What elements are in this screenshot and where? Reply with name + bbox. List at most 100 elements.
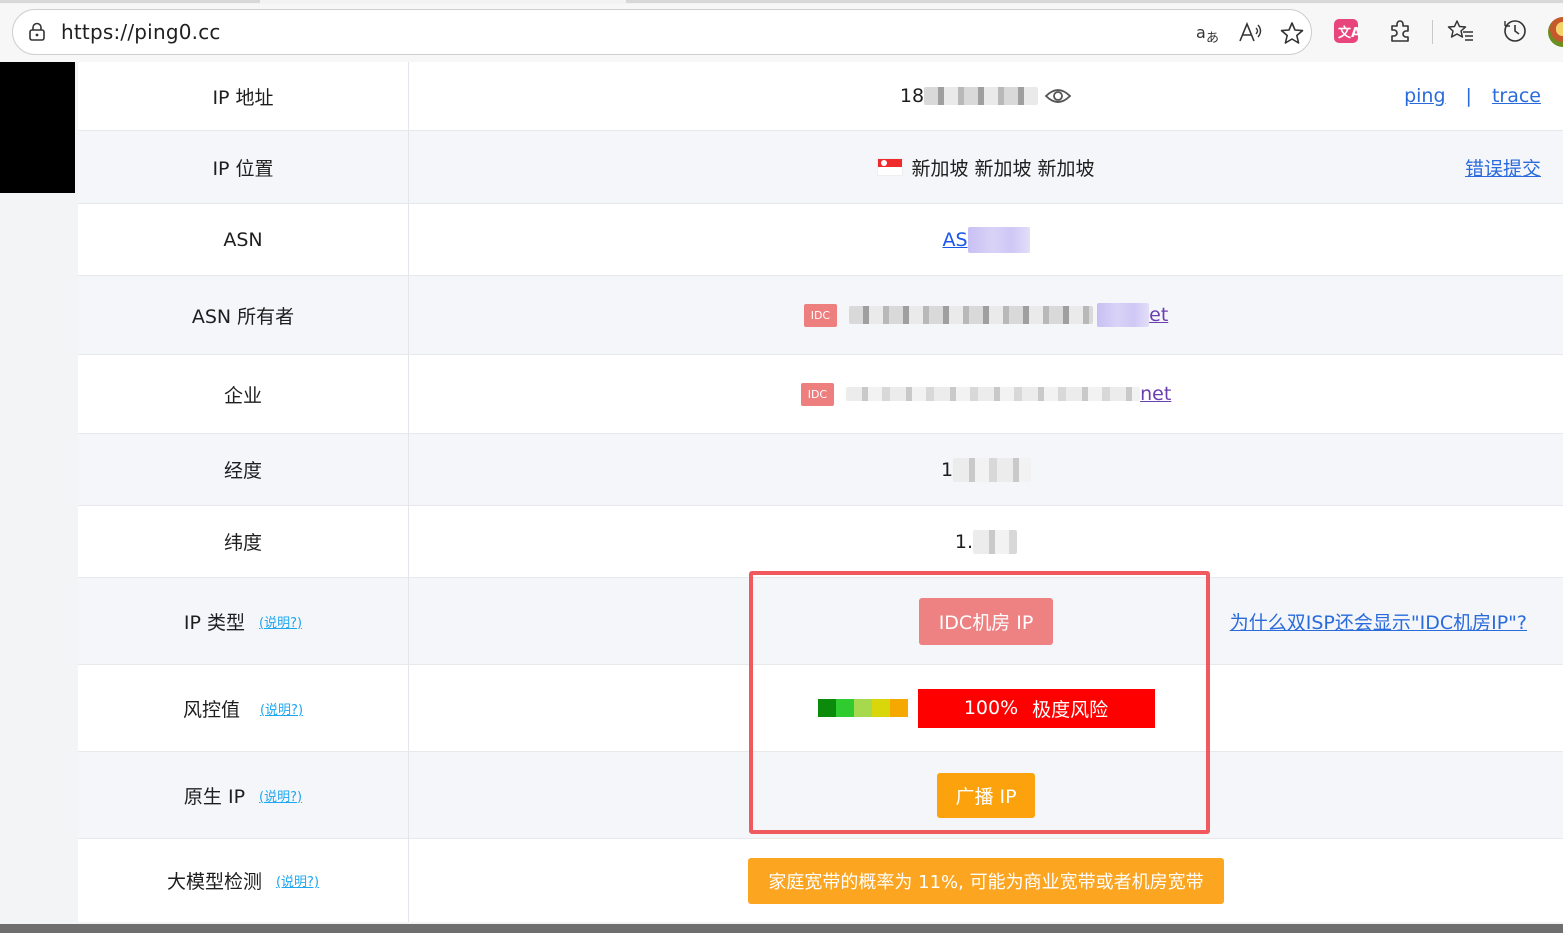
- ip-location-text: 新加坡 新加坡 新加坡: [911, 157, 1095, 180]
- label-llm-detect: 大模型检测: [166, 871, 262, 893]
- value-latitude: 1.: [409, 506, 1563, 577]
- llm-detect-help-link[interactable]: (说明?): [276, 871, 319, 890]
- longitude-prefix: 1: [940, 458, 954, 481]
- ip-address-redacted: [924, 87, 1039, 105]
- value-asn-owner: IDC et: [409, 276, 1563, 354]
- ip-info-table: IP 地址 18 ping | trace IP 位置 新加坡 新加坡 新加坡 …: [78, 62, 1563, 922]
- label-risk: 风控值: [182, 698, 240, 721]
- row-risk: 风控值 (说明?) 100% 极度风险: [78, 665, 1563, 752]
- label-ip-address: IP 地址: [78, 62, 409, 130]
- value-company: IDC net: [409, 355, 1563, 433]
- native-ip-value: 广播 IP: [409, 752, 1563, 838]
- svg-text:あ: あ: [1206, 31, 1219, 46]
- company-link[interactable]: net: [1140, 383, 1171, 405]
- history-icon[interactable]: [1501, 17, 1529, 45]
- label-ip-location: IP 位置: [78, 131, 409, 203]
- translate-icon[interactable]: a あ: [1195, 20, 1221, 46]
- native-ip-help-link[interactable]: (说明?): [259, 786, 302, 805]
- row-asn-owner: ASN 所有者 IDC et: [78, 276, 1563, 355]
- asn-owner-redacted: [849, 306, 1094, 324]
- label-risk-wrap: 风控值 (说明?): [78, 665, 409, 751]
- tab-edge-left: [0, 0, 260, 3]
- favorites-list-icon[interactable]: [1447, 17, 1475, 45]
- label-company: 企业: [78, 355, 409, 433]
- idc-tag: IDC: [803, 303, 838, 327]
- value-risk: 100% 极度风险: [409, 665, 1563, 751]
- risk-scale: [817, 699, 908, 717]
- value-native-ip: 广播 IP: [409, 752, 1563, 838]
- risk-scale-segment: [871, 699, 890, 717]
- asn-link[interactable]: AS: [942, 229, 967, 251]
- value-ip-location: 新加坡 新加坡 新加坡 错误提交: [409, 131, 1563, 203]
- links-separator: |: [1465, 85, 1472, 107]
- singapore-flag-icon: [877, 158, 904, 176]
- risk-badge: 100% 极度风险: [917, 688, 1155, 728]
- row-longitude: 经度 1: [78, 434, 1563, 506]
- report-error-link[interactable]: 错误提交: [1465, 154, 1541, 181]
- llm-detect-badge: 家庭宽带的概率为 11%, 可能为商业宽带或者机房宽带: [748, 857, 1224, 904]
- value-asn: AS: [409, 204, 1563, 275]
- extension-translate-icon[interactable]: 文A: [1332, 17, 1360, 45]
- bottom-scroll-edge: [0, 924, 1563, 933]
- asn-value: AS: [409, 204, 1563, 275]
- label-ip-type-wrap: IP 类型 (说明?): [78, 578, 409, 664]
- favorite-star-icon[interactable]: [1279, 20, 1305, 46]
- eye-icon[interactable]: [1044, 86, 1072, 106]
- idc-room-ip-badge: IDC机房 IP: [918, 597, 1054, 645]
- trace-link[interactable]: trace: [1492, 85, 1541, 107]
- broadcast-ip-badge: 广播 IP: [937, 772, 1035, 818]
- page-content: IP 地址 18 ping | trace IP 位置 新加坡 新加坡 新加坡 …: [0, 62, 1563, 924]
- dual-isp-explain-link[interactable]: 为什么双ISP还会显示"IDC机房IP"?: [1230, 608, 1527, 635]
- toolbar-separator: [1432, 20, 1433, 44]
- label-latitude: 纬度: [78, 506, 409, 577]
- risk-scale-segment: [889, 699, 908, 717]
- ip-tools-links: ping | trace: [1404, 62, 1541, 130]
- asn-redacted: [967, 226, 1030, 253]
- profile-avatar[interactable]: [1548, 17, 1563, 47]
- value-llm-detect: 家庭宽带的概率为 11%, 可能为商业宽带或者机房宽带: [409, 839, 1563, 922]
- tab-edge-right: [626, 0, 1563, 3]
- row-company: 企业 IDC net: [78, 355, 1563, 434]
- row-ip-location: IP 位置 新加坡 新加坡 新加坡 错误提交: [78, 131, 1563, 204]
- extensions-puzzle-icon[interactable]: [1386, 17, 1414, 45]
- report-error-wrap: 错误提交: [1465, 131, 1541, 203]
- risk-level: 极度风险: [1032, 698, 1109, 721]
- asn-owner-link[interactable]: et: [1149, 304, 1168, 326]
- ip-address-prefix: 18: [899, 85, 925, 107]
- browser-toolbar: https://ping0.cc a あ 文A: [0, 0, 1563, 62]
- dual-isp-link-wrap: 为什么双ISP还会显示"IDC机房IP"?: [1230, 578, 1527, 664]
- lock-icon[interactable]: [27, 22, 47, 42]
- row-ip-address: IP 地址 18 ping | trace: [78, 62, 1563, 131]
- row-llm-detect: 大模型检测 (说明?) 家庭宽带的概率为 11%, 可能为商业宽带或者机房宽带: [78, 839, 1563, 922]
- label-asn: ASN: [78, 204, 409, 275]
- ip-type-help-link[interactable]: (说明?): [259, 612, 302, 631]
- asn-owner-redacted-2: [1097, 303, 1150, 327]
- label-native-ip-wrap: 原生 IP (说明?): [78, 752, 409, 838]
- latitude-redacted: [973, 529, 1018, 554]
- ping-link[interactable]: ping: [1404, 85, 1445, 107]
- label-asn-owner: ASN 所有者: [78, 276, 409, 354]
- url-text[interactable]: https://ping0.cc: [61, 20, 221, 44]
- risk-scale-segment: [853, 699, 872, 717]
- latitude-prefix: 1.: [954, 530, 974, 553]
- value-ip-address: 18 ping | trace: [409, 62, 1563, 130]
- risk-scale-segment: [835, 699, 854, 717]
- label-llm-detect-wrap: 大模型检测 (说明?): [78, 839, 409, 922]
- label-native-ip: 原生 IP: [183, 785, 246, 808]
- risk-help-link[interactable]: (说明?): [260, 699, 303, 718]
- label-ip-type: IP 类型: [183, 611, 246, 634]
- svg-text:a: a: [1196, 23, 1206, 42]
- llm-detect-value: 家庭宽带的概率为 11%, 可能为商业宽带或者机房宽带: [409, 839, 1563, 922]
- tab-strip: [0, 0, 1563, 4]
- redacted-block: [0, 62, 75, 193]
- risk-value: 100% 极度风险: [409, 665, 1563, 751]
- longitude-redacted: [953, 457, 1032, 482]
- address-bar[interactable]: https://ping0.cc a あ: [12, 9, 1312, 55]
- risk-scale-segment: [817, 699, 836, 717]
- ip-location-value: 新加坡 新加坡 新加坡: [409, 131, 1563, 203]
- row-latitude: 纬度 1.: [78, 506, 1563, 578]
- read-aloud-icon[interactable]: [1237, 20, 1263, 46]
- row-native-ip: 原生 IP (说明?) 广播 IP: [78, 752, 1563, 839]
- label-longitude: 经度: [78, 434, 409, 505]
- value-ip-type: IDC机房 IP 为什么双ISP还会显示"IDC机房IP"?: [409, 578, 1563, 664]
